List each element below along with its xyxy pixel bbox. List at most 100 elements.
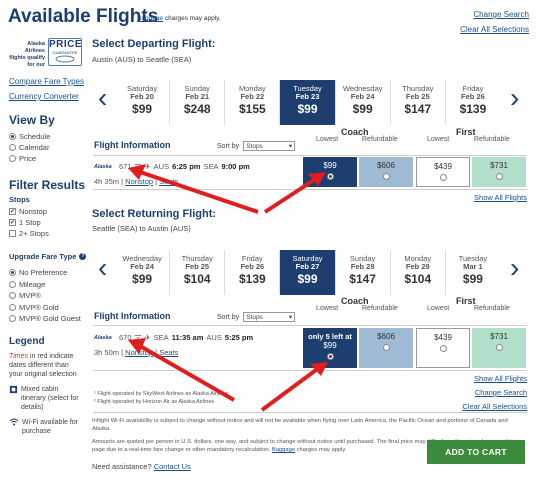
radio-selected[interactable] xyxy=(9,269,16,276)
radio[interactable] xyxy=(9,292,16,299)
sort-by-select[interactable]: Stops ▾ xyxy=(243,141,296,151)
returning-coach-lowest-fare[interactable]: only 5 left at $99 xyxy=(303,328,357,368)
departing-first-refundable-fare[interactable]: $731 xyxy=(472,157,526,187)
departing-date-cell[interactable]: Saturday Feb 20 $99 xyxy=(115,80,171,125)
price-guarantee-badge: Alaska Airlines flights qualify for our … xyxy=(9,38,83,68)
departing-date-cell[interactable]: Sunday Feb 21 $248 xyxy=(170,80,226,125)
currency-converter-link[interactable]: Currency Converter xyxy=(9,92,79,101)
radio[interactable] xyxy=(9,155,16,162)
nonstop-link[interactable]: Nonstop xyxy=(125,177,153,186)
returning-date-cell[interactable]: Wednesday Feb 24 $99 xyxy=(115,250,171,295)
dropdown-arrow-icon: ▾ xyxy=(288,314,293,321)
returning-first-lowest-fare[interactable]: $439 xyxy=(416,328,470,368)
fare-radio[interactable] xyxy=(439,174,447,181)
fare-radio[interactable] xyxy=(382,173,390,180)
radio[interactable] xyxy=(9,280,16,288)
returning-date-cell[interactable]: Tuesday Mar 1 $99 xyxy=(446,250,500,295)
clear-all-selections-link[interactable]: Clear All Selections xyxy=(462,402,527,411)
show-all-flights-link[interactable]: Show All Flights xyxy=(474,374,527,383)
sort-by-select[interactable]: Stops ▾ xyxy=(243,312,296,322)
radio-selected[interactable] xyxy=(9,133,16,140)
view-by-schedule[interactable]: Schedule xyxy=(9,132,50,141)
coach-refundable-heading: Refundable xyxy=(362,136,398,143)
date-value: Feb 27 xyxy=(295,262,320,271)
first-lowest-heading: Lowest xyxy=(427,136,450,143)
fare-radio-selected[interactable] xyxy=(326,173,334,180)
returning-first-refundable-fare[interactable]: $731 xyxy=(472,328,526,368)
baggage-link[interactable]: Baggage xyxy=(272,447,295,453)
prev-dates-left-arrow[interactable]: ‹ xyxy=(98,84,107,112)
departing-first-lowest-fare[interactable]: $439 xyxy=(416,157,470,187)
stops-heading: Stops xyxy=(9,195,30,204)
divider xyxy=(93,189,527,190)
upgrade-mileage[interactable]: Mileage xyxy=(9,280,81,289)
returning-date-cell[interactable]: Friday Feb 26 $139 xyxy=(225,250,281,295)
fare-radio[interactable] xyxy=(382,344,390,351)
filter-results-heading: Filter Results xyxy=(9,178,86,192)
upgrade-mvp-gold[interactable]: MVP® Gold xyxy=(9,303,81,312)
first-refundable-heading: Refundable xyxy=(474,305,510,312)
divider xyxy=(93,412,527,413)
upgrade-mvp[interactable]: MVP® xyxy=(9,291,81,300)
departing-date-cell[interactable]: Friday Feb 26 $139 xyxy=(446,80,500,125)
view-by-calendar[interactable]: Calendar xyxy=(9,143,50,152)
help-icon[interactable]: ? xyxy=(79,253,87,260)
departing-heading: Select Departing Flight: xyxy=(92,38,216,50)
returning-coach-refundable-fare[interactable]: $606 xyxy=(359,328,413,368)
coach-refundable-heading: Refundable xyxy=(362,305,398,312)
date-price: $99 xyxy=(297,102,318,116)
need-assistance: Need assistance? Contact Us xyxy=(92,462,191,471)
date-price: $99 xyxy=(462,272,483,286)
clear-all-selections-link[interactable]: Clear All Selections xyxy=(460,25,529,34)
returning-date-cell[interactable]: Sunday Feb 28 $147 xyxy=(336,250,391,295)
fare-radio[interactable] xyxy=(439,345,447,352)
flight-number: 671 xyxy=(119,161,132,171)
divider xyxy=(93,370,527,371)
compare-fare-types-link[interactable]: Compare Fare Types xyxy=(9,77,84,86)
fare-radio-selected[interactable] xyxy=(326,353,334,360)
departing-date-cell[interactable]: Wednesday Feb 24 $99 xyxy=(336,80,391,125)
change-search-link[interactable]: Change Search xyxy=(473,10,529,19)
fare-radio[interactable] xyxy=(495,344,503,351)
annotation-arrow-returning-fare xyxy=(260,368,318,412)
returning-date-cell[interactable]: Saturday Feb 27 $99 xyxy=(280,250,336,295)
contact-us-link[interactable]: Contact Us xyxy=(154,462,191,471)
next-dates-right-arrow[interactable]: › xyxy=(510,84,519,112)
fare-radio[interactable] xyxy=(495,173,503,180)
dropdown-arrow-icon: ▾ xyxy=(288,143,293,150)
show-all-flights-link[interactable]: Show All Flights xyxy=(474,193,527,202)
returning-date-carousel: Wednesday Feb 24 $99 Thursday Feb 25 $104 Frid… xyxy=(115,250,500,295)
prev-dates-left-arrow[interactable]: ‹ xyxy=(98,254,107,282)
change-search-link[interactable]: Change Search xyxy=(475,388,527,397)
view-by-options: Schedule Calendar Price xyxy=(9,132,50,165)
departing-date-cell[interactable]: Tuesday Feb 23 $99 xyxy=(280,80,336,125)
departing-date-cell[interactable]: Monday Feb 22 $155 xyxy=(225,80,281,125)
upgrade-options: No Preference Mileage MVP® MVP® Gold MVP… xyxy=(9,268,81,326)
checkbox-checked[interactable]: ✔ xyxy=(9,219,16,226)
seats-link[interactable]: Seats xyxy=(159,177,178,186)
alaska-airlines-logo-icon: Alaska xyxy=(94,335,112,340)
radio[interactable] xyxy=(9,144,16,151)
stops-two-plus[interactable]: 2+ Stops xyxy=(9,229,49,238)
upgrade-no-preference[interactable]: No Preference xyxy=(9,268,81,277)
radio[interactable] xyxy=(9,303,16,311)
radio[interactable] xyxy=(9,315,16,322)
wifi-disclaimer: Inflight Wi-Fi availability is subject t… xyxy=(92,418,508,432)
add-to-cart-button[interactable]: ADD TO CART xyxy=(427,440,525,464)
nonstop-link[interactable]: Nonstop xyxy=(125,348,153,357)
view-by-price[interactable]: Price xyxy=(9,154,50,163)
returning-date-cell[interactable]: Monday Feb 29 $104 xyxy=(391,250,446,295)
departing-coach-lowest-fare[interactable]: $99 xyxy=(303,157,357,187)
departing-coach-refundable-fare[interactable]: $606 xyxy=(359,157,413,187)
departing-date-cell[interactable]: Thursday Feb 25 $147 xyxy=(391,80,446,125)
checkbox[interactable] xyxy=(9,230,16,237)
upgrade-fare-type-heading: Upgrade Fare Type? xyxy=(9,252,87,261)
checkbox-checked[interactable]: ✔ xyxy=(9,208,16,215)
stops-one[interactable]: ✔ 1 Stop xyxy=(9,218,49,227)
baggage-link[interactable]: Baggage xyxy=(137,15,163,22)
next-dates-right-arrow[interactable]: › xyxy=(510,254,519,282)
returning-date-cell[interactable]: Thursday Feb 25 $104 xyxy=(170,250,226,295)
stops-nonstop[interactable]: ✔ Nonstop xyxy=(9,207,49,216)
seats-link[interactable]: Seats xyxy=(159,348,178,357)
upgrade-mvp-gold-guest[interactable]: MVP® Gold Guest xyxy=(9,314,81,323)
